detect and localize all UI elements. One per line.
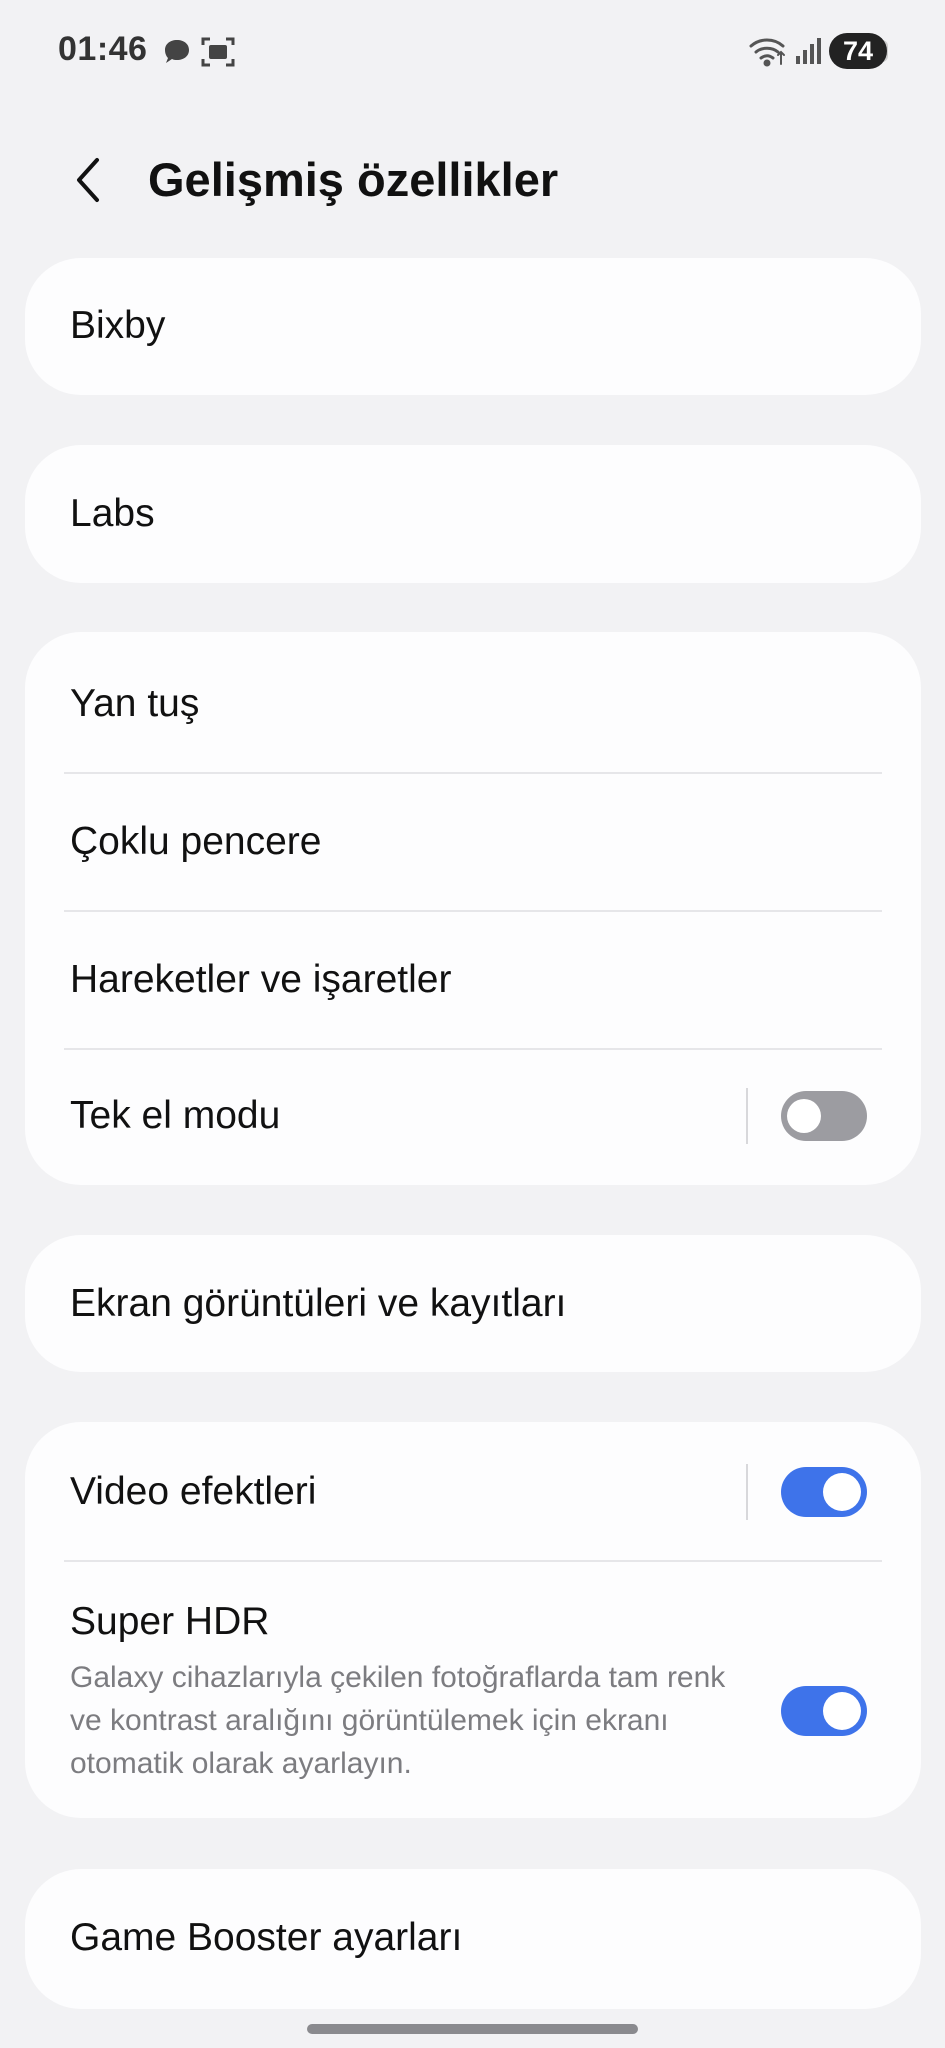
card-bixby: Bixby <box>25 258 921 395</box>
screenshot-icon <box>200 35 236 74</box>
one-hand-mode-toggle[interactable] <box>781 1091 867 1141</box>
setting-item-label: Çoklu pencere <box>70 820 322 863</box>
status-time: 01:46 <box>58 30 148 68</box>
navigation-handle[interactable] <box>307 2024 638 2034</box>
setting-item-super-hdr[interactable]: Super HDR Galaxy cihazlarıyla çekilen fo… <box>25 1562 921 1818</box>
video-effects-toggle[interactable] <box>781 1467 867 1517</box>
setting-item-one-hand-mode[interactable]: Tek el modu <box>25 1050 921 1185</box>
signal-icon <box>795 36 823 71</box>
wifi-icon <box>748 34 788 73</box>
setting-item-multi-window[interactable]: Çoklu pencere <box>25 774 921 910</box>
chevron-left-icon <box>73 156 103 209</box>
setting-item-label: Tek el modu <box>70 1094 281 1137</box>
setting-item-labs[interactable]: Labs <box>25 445 921 583</box>
super-hdr-toggle[interactable] <box>781 1686 867 1736</box>
vertical-separator <box>746 1464 748 1520</box>
setting-item-side-key[interactable]: Yan tuş <box>25 632 921 772</box>
setting-item-label: Game Booster ayarları <box>70 1916 463 1959</box>
setting-item-label: Super HDR <box>70 1600 270 1643</box>
setting-item-description: Galaxy cihazlarıyla çekilen fotoğraflard… <box>70 1661 726 1780</box>
battery-level: 74 <box>829 33 887 69</box>
setting-item-video-effects[interactable]: Video efektleri <box>25 1422 921 1560</box>
setting-item-label: Hareketler ve işaretler <box>70 958 452 1001</box>
back-button[interactable] <box>58 152 118 212</box>
setting-item-label: Ekran görüntüleri ve kayıtları <box>70 1282 567 1325</box>
setting-item-label: Bixby <box>70 304 166 347</box>
setting-item-game-booster[interactable]: Game Booster ayarları <box>25 1869 921 2009</box>
setting-item-screenshots[interactable]: Ekran görüntüleri ve kayıtları <box>25 1235 921 1372</box>
card-game-booster: Game Booster ayarları <box>25 1869 921 2009</box>
setting-item-label: Labs <box>70 492 155 535</box>
toggle-knob <box>787 1099 821 1133</box>
card-controls: Yan tuş Çoklu pencere Hareketler ve işar… <box>25 632 921 1185</box>
setting-item-label: Video efektleri <box>70 1470 317 1513</box>
message-icon <box>161 36 193 73</box>
card-video: Video efektleri Super HDR Galaxy cihazla… <box>25 1422 921 1818</box>
toggle-knob <box>823 1473 861 1511</box>
toggle-knob <box>823 1692 861 1730</box>
card-screenshots: Ekran görüntüleri ve kayıtları <box>25 1235 921 1372</box>
vertical-separator <box>746 1088 748 1144</box>
setting-item-bixby[interactable]: Bixby <box>25 258 921 395</box>
page-title: Gelişmiş özellikler <box>148 153 559 206</box>
setting-item-label: Yan tuş <box>70 682 200 725</box>
card-labs: Labs <box>25 445 921 583</box>
setting-item-motions[interactable]: Hareketler ve işaretler <box>25 912 921 1048</box>
status-bar: 01:46 74 <box>0 0 945 104</box>
header: Gelişmiş özellikler <box>0 140 945 220</box>
